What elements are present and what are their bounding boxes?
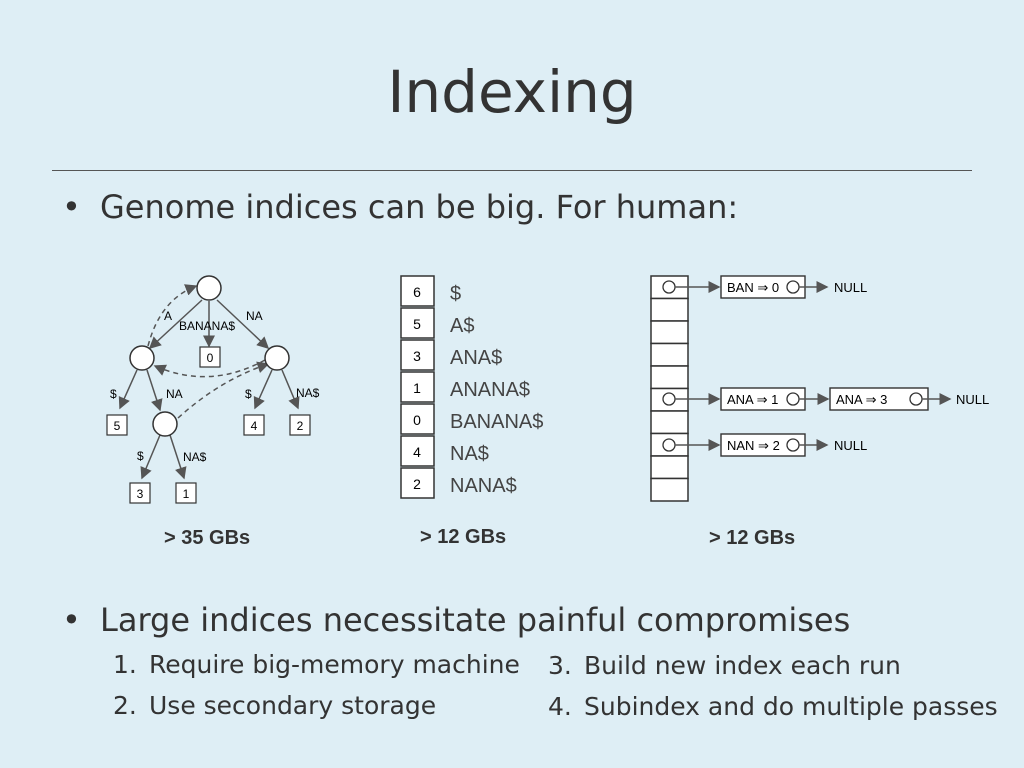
- tree-leaf-label: 2: [297, 419, 304, 433]
- slide: Indexing • Genome indices can be big. For…: [0, 0, 1024, 768]
- bullet-dot: •: [62, 601, 81, 639]
- tree-edge-label: $: [245, 387, 252, 401]
- hash-null-label: NULL: [834, 438, 867, 453]
- tree-leaf-label: 0: [207, 351, 214, 365]
- compromise-number: 2.: [113, 691, 137, 720]
- title-divider: [52, 170, 972, 171]
- compromise-number: 4.: [548, 692, 572, 721]
- tree-edge-label: $: [137, 449, 144, 463]
- tree-node-a: [129, 345, 155, 371]
- hash-entry-label: ANA ⇒ 3: [836, 392, 887, 407]
- hash-entry-label: NAN ⇒ 2: [727, 438, 780, 453]
- bullet-genome-indices: • Genome indices can be big. For human:: [62, 188, 738, 226]
- compromise-item: 2. Use secondary storage: [113, 691, 436, 720]
- tree-edge-label: BANANA$: [179, 319, 235, 333]
- suffix-array-diagram: 6 $5 A$ 3 ANA$ 1 ANANA$ 0 BANANA$ 4 NA$ 2 NANA$: [400, 275, 543, 499]
- suffix-array-index: 3: [413, 348, 421, 364]
- hash-table-size: > 12 GBs: [709, 527, 796, 549]
- hash-bucket-cell: [650, 365, 689, 390]
- tree-edge-label: NA: [166, 387, 183, 401]
- tree-leaf-label: 1: [183, 487, 190, 501]
- suffix-array-index: 0: [413, 412, 421, 428]
- hash-bucket-cell: [650, 455, 689, 480]
- tree-node-root: [196, 275, 222, 301]
- suffix-array-index: 5: [413, 316, 421, 332]
- suffix-array-suffix: BANANA$: [450, 411, 543, 433]
- suffix-array-index: 6: [413, 284, 421, 300]
- hash-bucket-cell: [650, 320, 689, 345]
- bullet-text: Large indices necessitate painful compro…: [100, 601, 851, 639]
- bullet-large-indices: • Large indices necessitate painful compr…: [62, 601, 850, 639]
- hash-table-diagram: BAN ⇒ 0 NULL ANA ⇒ 1 ANA ⇒ 3 NULL NAN ⇒ …: [650, 275, 989, 502]
- tree-node-na: [264, 345, 290, 371]
- suffix-array-index: 4: [413, 444, 421, 460]
- suffix-array-suffix: A$: [450, 315, 474, 337]
- suffix-array-suffix: ANA$: [450, 347, 502, 369]
- suffix-array-suffix: NANA$: [450, 475, 517, 497]
- hash-null-label: NULL: [956, 392, 989, 407]
- tree-edge-label: NA: [246, 309, 263, 323]
- suffix-tree-size: > 35 GBs: [164, 527, 251, 549]
- tree-edge-label: NA$: [296, 386, 320, 400]
- hash-bucket-cell: [650, 477, 689, 502]
- hash-entry-label: BAN ⇒ 0: [727, 280, 779, 295]
- tree-edge-label: $: [110, 387, 117, 401]
- bullet-text: Genome indices can be big. For human:: [100, 188, 739, 226]
- tree-edge-label: NA$: [183, 450, 207, 464]
- compromise-text: Subindex and do multiple passes: [584, 692, 998, 721]
- suffix-array-index: 2: [413, 476, 421, 492]
- compromise-text: Use secondary storage: [149, 691, 437, 720]
- tree-leaf-label: 5: [114, 419, 121, 433]
- compromise-item: 3. Build new index each run: [548, 651, 901, 680]
- tree-node-ana: [152, 411, 178, 437]
- suffix-array-index: 1: [413, 380, 421, 396]
- slide-title: Indexing: [387, 58, 637, 126]
- suffix-array-suffix: ANANA$: [450, 379, 530, 401]
- suffix-array-suffix: NA$: [450, 443, 489, 465]
- suffix-tree-diagram: 0 5 4 2 3 1 A BANANA$ NA $ NA $ NA$ $ NA…: [106, 275, 320, 504]
- bullet-dot: •: [62, 188, 81, 226]
- suffix-array-size: > 12 GBs: [420, 526, 507, 548]
- compromise-item: 4. Subindex and do multiple passes: [548, 692, 998, 721]
- compromise-number: 3.: [548, 651, 572, 680]
- hash-bucket-cell: [650, 410, 689, 435]
- compromise-number: 1.: [113, 650, 137, 679]
- compromise-text: Require big-memory machine: [149, 650, 520, 679]
- tree-edge-label: A: [164, 309, 172, 323]
- hash-entry-label: ANA ⇒ 1: [727, 392, 778, 407]
- hash-bucket-cell: [650, 297, 689, 322]
- hash-null-label: NULL: [834, 280, 867, 295]
- compromise-text: Build new index each run: [584, 651, 901, 680]
- tree-leaf-label: 3: [137, 487, 144, 501]
- compromise-item: 1. Require big-memory machine: [113, 650, 520, 679]
- suffix-array-suffix: $: [450, 283, 461, 305]
- tree-leaf-label: 4: [251, 419, 258, 433]
- hash-bucket-cell: [650, 342, 689, 367]
